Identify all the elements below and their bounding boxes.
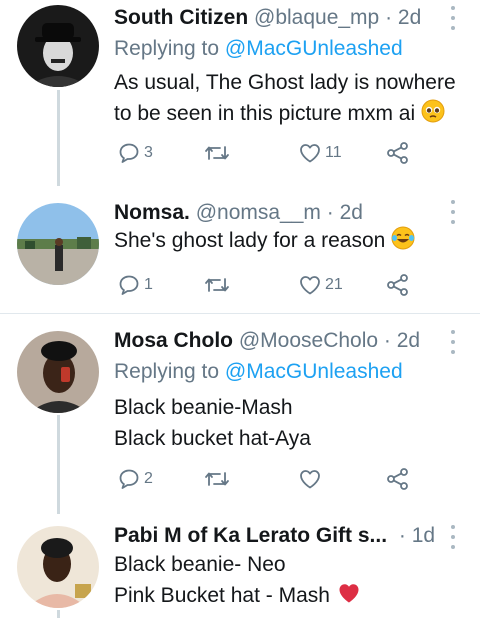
tweet-text-line: Black beanie-Mash [114,396,293,419]
tweet-text: She's ghost lady for a reason [114,225,415,256]
tweet-text-line-wrap: to be seen in this picture mxm ai [114,98,456,129]
pleading-face-emoji [421,99,445,123]
like-count: 11 [325,144,342,161]
tweet-header: South Citizen @blaque_mp · 2d [114,5,421,31]
heart-icon [300,470,320,489]
separator-dot: · [383,329,391,352]
like-button[interactable]: 11 [298,140,342,166]
tweet-text-line: As usual, The Ghost lady is nowhere [114,71,456,94]
tweet-text-line: to be seen in this picture mxm ai [114,102,416,125]
tweet-header: Pabi M of Ka Lerato Gift s... · 1d [114,523,435,549]
retweet-button[interactable] [204,272,233,298]
tweet-actions: 3 11 [114,140,414,166]
like-count: 21 [325,276,343,293]
tweet-text-line: Pink Bucket hat - Mash [114,584,330,607]
timestamp[interactable]: 2d [397,329,420,352]
red-heart-emoji [336,581,362,605]
tweet-text-line-wrap: She's ghost lady for a reason [114,225,415,256]
reply-icon [119,469,139,489]
avatar[interactable] [17,5,99,87]
share-button[interactable] [385,466,411,492]
like-button[interactable]: 21 [298,272,343,298]
more-options-icon[interactable] [443,200,463,224]
share-button[interactable] [385,140,411,166]
display-name[interactable]: Pabi M of Ka Lerato Gift s... [114,524,387,547]
tweet-1[interactable]: South Citizen @blaque_mp · 2d Replying t… [0,0,480,186]
retweet-icon [205,146,229,160]
replying-to: Replying to @MacGUnleashed [114,36,403,62]
reply-count: 3 [144,144,153,161]
display-name[interactable]: South Citizen [114,6,248,29]
avatar[interactable] [17,331,99,413]
timestamp[interactable]: 1d [412,524,435,547]
share-icon [387,468,408,490]
reply-count: 1 [144,276,153,293]
separator-dot: · [326,201,334,224]
more-options-icon[interactable] [443,525,463,549]
mention-link[interactable]: @MacGUnleashed [225,360,403,383]
tears-of-joy-emoji [391,226,415,250]
tweet-text: As usual, The Ghost lady is nowhere to b… [114,67,456,129]
reply-button[interactable]: 3 [117,140,153,166]
like-button[interactable] [298,466,325,492]
tweet-text-line-wrap: Pink Bucket hat - Mash [114,580,362,611]
tweet-text-line: She's ghost lady for a reason [114,229,386,252]
separator-dot: · [398,524,406,547]
share-icon [387,142,408,164]
tweet-4[interactable]: Pabi M of Ka Lerato Gift s... · 1d Black… [0,514,480,618]
display-name[interactable]: Mosa Cholo [114,329,233,352]
retweet-icon [205,472,229,486]
tweet-text-line: Black bucket hat-Aya [114,427,311,450]
reply-button[interactable]: 2 [117,466,153,492]
replying-to: Replying to @MacGUnleashed [114,359,403,385]
timestamp[interactable]: 2d [340,201,363,224]
tweet-actions: 2 [114,466,414,492]
user-handle[interactable]: @nomsa__m [196,201,321,224]
tweet-header: Mosa Cholo @MooseCholo · 2d [114,328,420,354]
more-options-icon[interactable] [443,6,463,30]
tweet-3[interactable]: Mosa Cholo @MooseCholo · 2d Replying to … [0,314,480,514]
avatar[interactable] [17,203,99,285]
share-button[interactable] [385,272,411,298]
thread-line [57,415,60,514]
retweet-icon [205,278,229,292]
separator-dot: · [385,6,393,29]
user-handle[interactable]: @blaque_mp [254,6,379,29]
thread-line [57,610,60,618]
thread-line [57,90,60,186]
tweet-2[interactable]: Nomsa. @nomsa__m · 2d She's ghost lady f… [0,186,480,311]
share-icon [387,274,408,296]
tweet-actions: 1 21 [114,272,414,298]
retweet-button[interactable] [204,466,233,492]
tweet-header: Nomsa. @nomsa__m · 2d [114,200,363,226]
replying-to-label: Replying to [114,37,220,60]
user-handle[interactable]: @MooseCholo [239,329,378,352]
mention-link[interactable]: @MacGUnleashed [225,37,403,60]
retweet-button[interactable] [204,140,233,166]
timestamp[interactable]: 2d [398,6,421,29]
tweet-text: Black beanie- Neo Pink Bucket hat - Mash [114,549,362,611]
more-options-icon[interactable] [443,330,463,354]
tweet-text-line: Black beanie- Neo [114,553,286,576]
replying-to-label: Replying to [114,360,220,383]
display-name[interactable]: Nomsa. [114,201,190,224]
heart-icon [300,144,320,163]
reply-count: 2 [144,470,153,487]
reply-icon [119,143,139,163]
heart-icon [300,276,320,295]
reply-button[interactable]: 1 [117,272,153,298]
tweet-text: Black beanie-Mash Black bucket hat-Aya [114,392,311,454]
avatar[interactable] [17,526,99,608]
reply-icon [119,275,139,295]
